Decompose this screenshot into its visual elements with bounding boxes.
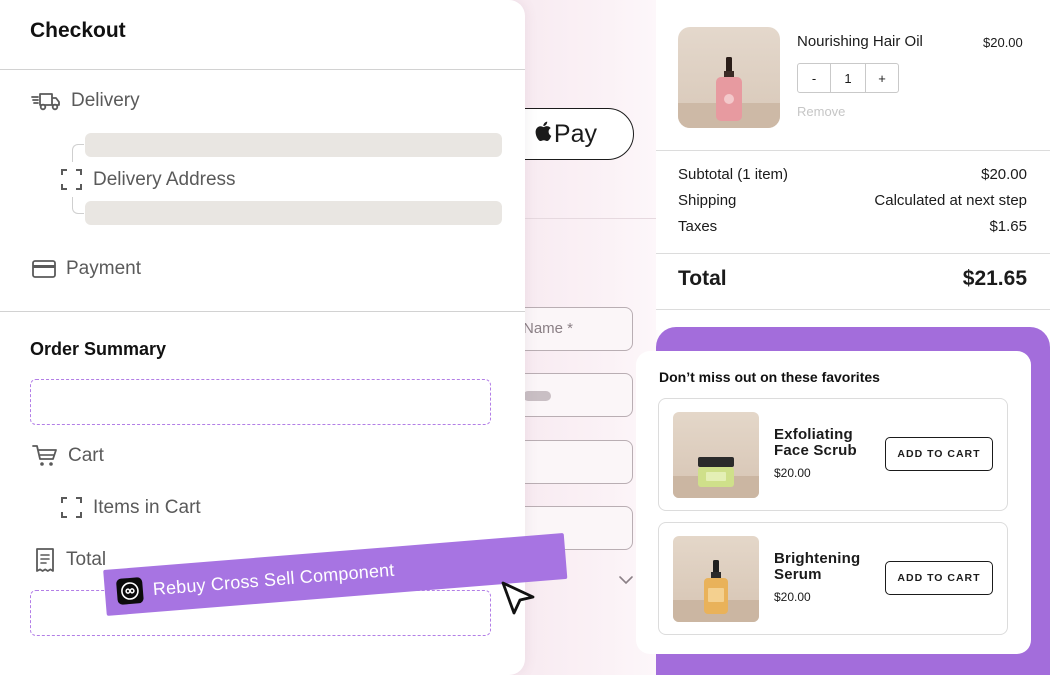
tag-label: Rebuy Cross Sell Component	[152, 559, 396, 599]
cross-sell-card: Exfoliating Face Scrub $20.00 ADD TO CAR…	[658, 398, 1008, 511]
pay-button-label: Pay	[553, 119, 597, 148]
quantity-value[interactable]: 1	[830, 64, 866, 92]
shopping-cart-icon	[32, 445, 57, 466]
divider	[0, 311, 525, 312]
remove-link[interactable]: Remove	[797, 104, 845, 119]
quantity-stepper[interactable]: - 1 +	[797, 63, 899, 93]
divider	[656, 253, 1050, 254]
cross-sell-card: Brightening Serum $20.00 ADD TO CART	[658, 522, 1008, 635]
cursor-arrow-icon	[501, 581, 535, 615]
shipping-value: Calculated at next step	[874, 192, 1027, 209]
tree-connector	[72, 144, 84, 162]
add-to-cart-button[interactable]: ADD TO CART	[885, 437, 993, 471]
delivery-label: Delivery	[71, 90, 140, 111]
chevron-down-icon[interactable]	[618, 572, 634, 588]
items-in-cart-label: Items in Cart	[93, 496, 201, 518]
order-total-value: $21.65	[962, 267, 1027, 290]
taxes-value: $1.65	[989, 218, 1027, 235]
receipt-icon	[36, 548, 54, 572]
increment-button[interactable]: +	[866, 64, 898, 92]
taxes-label: Taxes	[678, 218, 718, 235]
cross-sell-title: Don’t miss out on these favorites	[659, 369, 880, 385]
builder-item-items-in-cart[interactable]: Items in Cart	[60, 496, 201, 519]
builder-item-payment[interactable]: Payment	[32, 258, 141, 280]
shipping-row: Shipping Calculated at next step	[678, 192, 1027, 209]
taxes-row: Taxes $1.65	[678, 218, 1027, 235]
divider	[0, 69, 525, 70]
product-image-face-scrub	[673, 412, 759, 498]
focus-frame-icon	[61, 169, 82, 190]
cart-label: Cart	[68, 445, 104, 466]
add-to-cart-button[interactable]: ADD TO CART	[885, 561, 993, 595]
order-summary-heading: Order Summary	[30, 339, 167, 359]
cross-sell-product-name: Exfoliating Face Scrub	[774, 426, 857, 459]
field-placeholder-skeleton	[523, 391, 551, 401]
builder-title: Checkout	[30, 19, 126, 42]
total-row: Total $21.65	[678, 267, 1027, 291]
order-total-label: Total	[678, 267, 727, 290]
apple-icon	[534, 120, 552, 148]
payment-label: Payment	[66, 258, 141, 279]
builder-item-delivery-address[interactable]: Delivery Address	[60, 168, 236, 191]
cross-sell-product-name: Brightening Serum	[774, 550, 861, 583]
product-image-serum	[673, 536, 759, 622]
product-price: $20.00	[983, 35, 1023, 50]
credit-card-icon	[32, 260, 56, 278]
focus-frame-icon	[61, 497, 82, 518]
product-name: Nourishing Hair Oil	[797, 33, 923, 50]
decrement-button[interactable]: -	[798, 64, 830, 92]
cross-sell-product-price: $20.00	[774, 590, 811, 604]
skeleton-bar	[85, 133, 502, 157]
builder-item-delivery[interactable]: Delivery	[31, 89, 140, 113]
delivery-address-label: Delivery Address	[93, 168, 236, 190]
product-image-hair-oil	[678, 27, 780, 128]
subtotal-value: $20.00	[981, 166, 1027, 183]
divider	[656, 309, 1050, 310]
drop-zone[interactable]	[30, 379, 491, 425]
name-field-placeholder: Name *	[523, 320, 574, 337]
cross-sell-product-price: $20.00	[774, 466, 811, 480]
truck-icon	[31, 93, 60, 111]
shipping-label: Shipping	[678, 192, 737, 209]
total-label: Total	[66, 549, 107, 570]
skeleton-bar	[85, 201, 502, 225]
divider	[656, 150, 1050, 151]
tree-connector	[72, 197, 84, 214]
subtotal-row: Subtotal (1 item) $20.00	[678, 166, 1027, 183]
subtotal-label: Subtotal (1 item)	[678, 166, 789, 183]
infinity-icon	[115, 576, 144, 605]
builder-item-total[interactable]: Total	[34, 547, 106, 573]
builder-item-cart[interactable]: Cart	[32, 444, 104, 468]
